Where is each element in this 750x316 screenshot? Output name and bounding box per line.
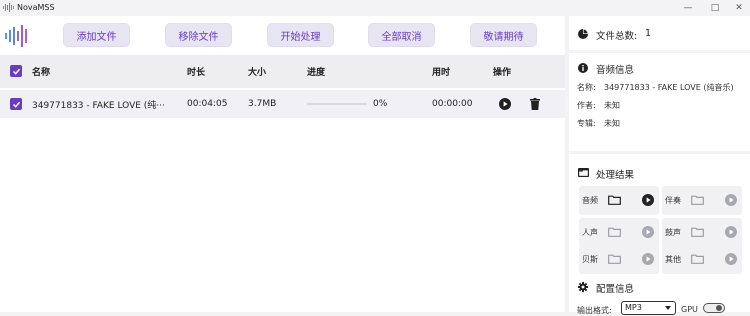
column-header-action: 操作 — [493, 68, 512, 78]
play-icon[interactable] — [725, 226, 737, 238]
play-icon[interactable] — [642, 226, 654, 238]
start-process-button[interactable]: 开始处理 — [267, 23, 334, 47]
config-title: 配置信息 — [596, 284, 635, 295]
result-label-bass: 贝斯 — [582, 255, 598, 264]
audio-name-value: 349771833 - FAKE LOVE (纯音乐) — [604, 83, 734, 92]
result-item-vocals: 人声 — [579, 218, 659, 247]
result-label-accompaniment: 伴奏 — [665, 196, 681, 205]
play-icon[interactable] — [642, 253, 654, 265]
result-item-other: 其他 — [662, 245, 742, 274]
folder-icon[interactable] — [691, 195, 704, 205]
check-icon — [12, 68, 20, 75]
file-total-label: 文件总数: — [596, 31, 638, 42]
result-item-drums: 鼓声 — [662, 218, 742, 247]
result-item-accompaniment: 伴奏 — [662, 186, 742, 215]
audio-album-value: 未知 — [604, 119, 620, 128]
info-icon — [578, 63, 588, 73]
results-folder-icon — [578, 168, 589, 177]
result-label-audio: 音频 — [582, 196, 598, 205]
check-icon — [12, 101, 20, 108]
sidebar: 文件总数: 1 音频信息 名称: 349771833 - FAKE LOVE (… — [569, 16, 750, 315]
coming-soon-button[interactable]: 敬请期待 — [470, 23, 537, 47]
pie-chart-icon — [578, 29, 588, 39]
select-all-checkbox[interactable] — [10, 65, 22, 77]
column-header-duration: 时长 — [187, 68, 206, 78]
format-value: MP3 — [625, 303, 642, 312]
delete-icon[interactable] — [530, 98, 540, 110]
play-icon[interactable] — [725, 194, 737, 206]
result-label-vocals: 人声 — [582, 228, 598, 237]
folder-icon[interactable] — [608, 227, 621, 237]
file-total-card: 文件总数: 1 — [569, 16, 750, 50]
table-header: 名称 时长 大小 进度 用时 操作 — [0, 55, 565, 88]
gpu-label: GPU — [681, 305, 698, 314]
audio-info-title: 音频信息 — [596, 65, 635, 76]
audio-author-value: 未知 — [604, 101, 620, 110]
remove-file-button[interactable]: 移除文件 — [165, 23, 232, 47]
row-checkbox[interactable] — [10, 98, 22, 110]
audio-info-card: 音频信息 名称: 349771833 - FAKE LOVE (纯音乐) 作者:… — [569, 53, 750, 151]
file-total-value: 1 — [645, 28, 652, 39]
column-header-time: 用时 — [432, 68, 451, 78]
main-panel: 添加文件 移除文件 开始处理 全部取消 敬请期待 名称 时长 大小 进度 用时 … — [0, 16, 565, 312]
gear-icon — [578, 282, 588, 292]
play-icon[interactable] — [725, 253, 737, 265]
add-file-button[interactable]: 添加文件 — [63, 23, 130, 47]
row-progress-bar — [307, 103, 367, 105]
result-item-bass: 贝斯 — [579, 245, 659, 274]
play-icon[interactable] — [499, 98, 511, 110]
result-label-other: 其他 — [665, 255, 681, 264]
waveform-logo-icon — [5, 25, 27, 47]
row-duration: 00:04:05 — [187, 99, 228, 109]
audio-name-label: 名称: — [577, 83, 596, 92]
column-header-name: 名称 — [32, 68, 51, 78]
app-logo-icon — [3, 3, 14, 12]
column-header-size: 大小 — [248, 68, 267, 78]
folder-icon[interactable] — [691, 227, 704, 237]
row-progress-text: 0% — [373, 99, 388, 109]
toolbar: 添加文件 移除文件 开始处理 全部取消 敬请期待 — [0, 16, 565, 54]
results-card: 处理结果 音频 伴奏 人声 鼓声 贝斯 其他 — [569, 154, 750, 280]
result-label-drums: 鼓声 — [665, 228, 681, 237]
play-icon[interactable] — [642, 194, 654, 206]
title-bar: NovaMSS — [0, 0, 750, 15]
audio-author-label: 作者: — [577, 101, 596, 110]
format-label: 输出格式: — [577, 306, 612, 315]
table-row[interactable]: 349771833 - FAKE LOVE (纯··· 00:04:05 3.7… — [0, 90, 565, 118]
column-header-progress: 进度 — [307, 68, 326, 78]
maximize-button[interactable]: □ — [705, 0, 725, 15]
minimize-button[interactable]: — — [678, 0, 698, 15]
folder-icon[interactable] — [691, 254, 704, 264]
folder-icon[interactable] — [608, 254, 621, 264]
row-name: 349771833 - FAKE LOVE (纯··· — [32, 100, 165, 111]
toggle-knob — [716, 305, 722, 311]
window-title: NovaMSS — [17, 3, 55, 12]
folder-icon[interactable] — [608, 195, 621, 205]
close-button[interactable]: ✕ — [729, 0, 749, 15]
format-select[interactable]: MP3 — [621, 301, 676, 315]
row-size: 3.7MB — [248, 99, 277, 109]
results-title: 处理结果 — [596, 170, 635, 181]
cancel-all-button[interactable]: 全部取消 — [368, 23, 435, 47]
row-time: 00:00:00 — [432, 99, 473, 109]
result-item-audio: 音频 — [579, 186, 659, 215]
audio-album-label: 专辑: — [577, 119, 596, 128]
chevron-down-icon — [665, 306, 671, 310]
